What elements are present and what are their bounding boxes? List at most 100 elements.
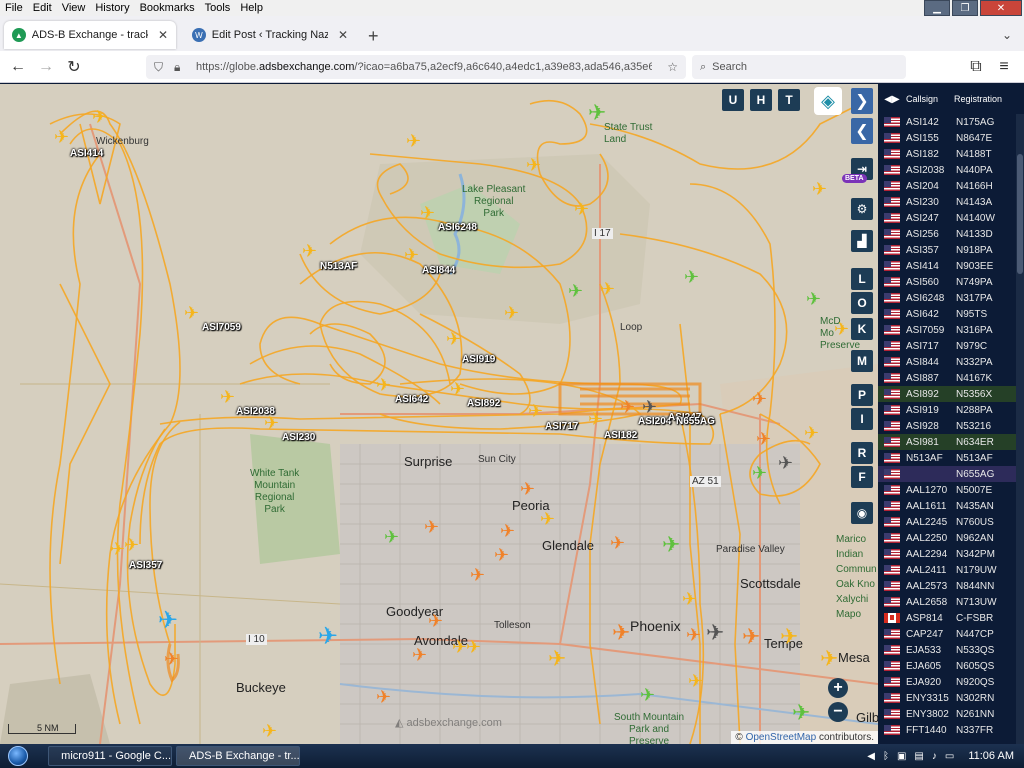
aircraft-icon[interactable]: ✈ [820, 648, 838, 670]
zoom-out-button[interactable]: − [828, 702, 848, 722]
table-row[interactable]: AAL1611 N435AN [878, 498, 1024, 514]
callsign-label[interactable]: ASI230 [282, 432, 315, 443]
table-row[interactable]: N513AF N513AF [878, 450, 1024, 466]
callsign-label[interactable]: ASI357 [129, 560, 162, 571]
callsign-label[interactable]: ASI7059 [202, 322, 241, 333]
reload-icon[interactable]: ↻ [60, 53, 88, 81]
aircraft-icon[interactable]: ✈ [466, 638, 481, 656]
aircraft-icon[interactable]: ✈ [640, 686, 655, 704]
aircraft-icon[interactable]: ✈ [742, 626, 760, 648]
o-button[interactable]: O [851, 292, 873, 314]
aircraft-icon[interactable]: ✈ [528, 402, 543, 420]
close-window-icon[interactable]: ✕ [980, 0, 1022, 16]
table-row[interactable]: ASI142 N175AG [878, 114, 1024, 130]
table-row[interactable]: ASI7059 N316PA [878, 322, 1024, 338]
menu-history[interactable]: History [90, 2, 134, 14]
table-row[interactable]: ASI204 N4166H [878, 178, 1024, 194]
aircraft-icon[interactable]: ✈ [158, 609, 178, 633]
aircraft-icon[interactable]: ✈ [812, 180, 827, 198]
table-row[interactable]: ASI414 N903EE [878, 258, 1024, 274]
table-row[interactable]: ASI247 N4140W [878, 210, 1024, 226]
table-row[interactable]: EJA920 N920QS [878, 674, 1024, 690]
taskbar-chrome[interactable]: micro911 - Google C... [48, 746, 172, 766]
table-row[interactable]: CAP247 N447CP [878, 626, 1024, 642]
callsign-label[interactable]: ASI892 [467, 398, 500, 409]
aircraft-icon[interactable]: ✈ [452, 638, 467, 656]
table-row[interactable]: FFT1440 N337FR [878, 722, 1024, 738]
close-tab-icon[interactable]: ✕ [338, 28, 348, 42]
aircraft-icon[interactable]: ✈ [752, 390, 767, 408]
aircraft-icon[interactable]: ✈ [500, 522, 515, 540]
aircraft-icon[interactable]: ✈ [792, 702, 810, 724]
callsign-label[interactable]: ASI919 [462, 354, 495, 365]
clock[interactable]: 11:06 AM [968, 750, 1014, 762]
menu-file[interactable]: File [0, 2, 28, 14]
aircraft-icon[interactable]: ✈ [686, 626, 701, 644]
taskbar-firefox[interactable]: ADS-B Exchange - tr... [176, 746, 300, 766]
aircraft-icon[interactable]: ✈ [682, 590, 697, 608]
aircraft-icon[interactable]: ✈ [540, 510, 555, 528]
aircraft-icon[interactable]: ✈ [688, 672, 703, 690]
aircraft-icon[interactable]: ✈ [302, 242, 317, 260]
table-row[interactable]: ASI182 N4188T [878, 146, 1024, 162]
table-row[interactable]: AAL2250 N962AN [878, 530, 1024, 546]
aircraft-icon[interactable]: ✈ [588, 102, 606, 124]
menu-bookmarks[interactable]: Bookmarks [135, 2, 200, 14]
url-bar[interactable]: ⛉ 🔒︎ https://globe.adsbexchange.com/?ica… [146, 55, 686, 79]
table-row[interactable]: N655AG [878, 466, 1024, 482]
p-button[interactable]: P [851, 384, 873, 406]
aircraft-icon[interactable]: ✈ [470, 566, 485, 584]
aircraft-icon[interactable]: ✈ [548, 648, 566, 670]
aircraft-icon[interactable]: ✈ [834, 320, 849, 338]
menu-help[interactable]: Help [235, 2, 268, 14]
tab-adsb[interactable]: ▲ ADS-B Exchange - track aircraft ✕ [4, 21, 176, 49]
table-row[interactable]: ENY3315 N302RN [878, 690, 1024, 706]
openstreetmap-link[interactable]: OpenStreetMap [746, 732, 817, 743]
aircraft-icon[interactable]: ✈ [574, 200, 589, 218]
forward-arrow-icon[interactable]: → [32, 53, 60, 81]
security-icon[interactable]: ▣ [897, 751, 906, 762]
battery-icon[interactable]: ▭ [945, 751, 954, 762]
table-row[interactable]: ASI844 N332PA [878, 354, 1024, 370]
column-callsign[interactable]: Callsign [906, 94, 954, 104]
aircraft-icon[interactable]: ✈ [428, 612, 443, 630]
aircraft-icon[interactable]: ✈ [588, 410, 603, 428]
aircraft-icon[interactable]: ✈ [684, 268, 699, 286]
table-row[interactable]: AAL2245 N760US [878, 514, 1024, 530]
h-button[interactable]: H [750, 89, 772, 111]
table-row[interactable]: ASI919 N288PA [878, 402, 1024, 418]
callsign-label[interactable]: ASI844 [422, 265, 455, 276]
aircraft-icon[interactable]: ✈ [262, 722, 277, 740]
table-row[interactable]: AAL2294 N342PM [878, 546, 1024, 562]
t-button[interactable]: T [778, 89, 800, 111]
menu-tools[interactable]: Tools [200, 2, 236, 14]
aircraft-icon[interactable]: ✈ [318, 625, 338, 649]
table-row[interactable]: ASI357 N918PA [878, 242, 1024, 258]
table-row[interactable]: AAL2573 N844NN [878, 578, 1024, 594]
table-row[interactable]: ASI560 N749PA [878, 274, 1024, 290]
aircraft-icon[interactable]: ✈ [756, 430, 771, 448]
aircraft-icon[interactable]: ✈ [376, 376, 391, 394]
aircraft-icon[interactable]: ✈ [600, 280, 615, 298]
aircraft-icon[interactable]: ✈ [124, 536, 139, 554]
aircraft-icon[interactable]: ✈ [804, 424, 819, 442]
aircraft-icon[interactable]: ✈ [504, 304, 519, 322]
aircraft-icon[interactable]: ✈ [412, 646, 427, 664]
aircraft-icon[interactable]: ✈ [662, 534, 680, 556]
callsign-label[interactable]: ASI414 [70, 148, 103, 159]
aircraft-icon[interactable]: ✈ [424, 518, 439, 536]
aircraft-icon[interactable]: ✈ [420, 204, 435, 222]
l-button[interactable]: L [851, 268, 873, 290]
table-row[interactable]: EJA605 N605QS [878, 658, 1024, 674]
close-tab-icon[interactable]: ✕ [158, 28, 168, 42]
aircraft-icon[interactable]: ✈ [92, 108, 107, 126]
aircraft-icon[interactable]: ✈ [778, 454, 793, 472]
tracking-shield-icon[interactable]: ⛉ [154, 60, 163, 75]
aircraft-icon[interactable]: ✈ [780, 626, 798, 648]
table-row[interactable]: EJA533 N533QS [878, 642, 1024, 658]
start-button[interactable] [0, 744, 36, 768]
aircraft-icon[interactable]: ✈ [184, 304, 199, 322]
app-menu-icon[interactable]: ≡ [990, 53, 1018, 81]
callsign-label[interactable]: ASI642 [395, 394, 428, 405]
zoom-in-button[interactable]: + [828, 678, 848, 698]
